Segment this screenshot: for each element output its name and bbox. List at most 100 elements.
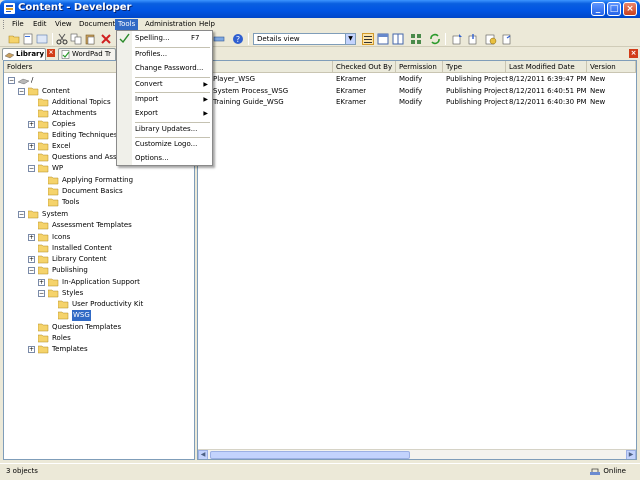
menu-item-export[interactable]: Export ▶ bbox=[117, 107, 212, 120]
expand-icon[interactable]: + bbox=[28, 234, 35, 241]
columns-view-icon[interactable] bbox=[392, 33, 404, 45]
library-icon bbox=[5, 52, 14, 59]
menu-item-import[interactable]: Import ▶ bbox=[117, 93, 212, 106]
column-header-name[interactable] bbox=[198, 61, 333, 73]
delete-icon[interactable] bbox=[100, 33, 112, 45]
collapse-icon[interactable]: − bbox=[8, 77, 15, 84]
horizontal-scrollbar[interactable]: ◀ ▶ bbox=[198, 449, 636, 459]
menu-item-options[interactable]: Options... bbox=[117, 152, 212, 165]
menu-document[interactable]: Document bbox=[76, 19, 118, 30]
menu-tools[interactable]: Tools bbox=[115, 19, 139, 30]
menu-item-label: Customize Logo... bbox=[135, 140, 198, 148]
open-folder-icon[interactable] bbox=[8, 33, 20, 45]
new-document-icon[interactable] bbox=[22, 33, 34, 45]
collapse-icon[interactable]: − bbox=[18, 88, 25, 95]
close-tab-icon[interactable]: × bbox=[47, 49, 55, 57]
title-bar: Content - Developer _ □ × bbox=[0, 0, 640, 18]
cell-type: Publishing Project bbox=[446, 98, 508, 106]
folder-icon bbox=[38, 255, 49, 264]
open-folder-icon bbox=[58, 311, 69, 320]
properties-icon[interactable] bbox=[36, 33, 48, 45]
maximize-button[interactable]: □ bbox=[607, 2, 621, 16]
column-header-type[interactable]: Type bbox=[443, 61, 506, 73]
cell-type: Publishing Project bbox=[446, 75, 508, 83]
tree-label: Excel bbox=[52, 142, 71, 150]
open-folder-icon bbox=[38, 266, 49, 275]
column-header-permission[interactable]: Permission bbox=[396, 61, 443, 73]
cell-modified: 8/12/2011 6:40:30 PM bbox=[509, 98, 587, 106]
link-icon[interactable] bbox=[213, 33, 225, 45]
tab-library[interactable]: Library bbox=[2, 48, 46, 60]
expand-icon[interactable]: + bbox=[28, 256, 35, 263]
app-icon bbox=[4, 3, 15, 14]
cut-icon[interactable] bbox=[56, 33, 68, 45]
menu-item-label: Library Updates... bbox=[135, 125, 198, 133]
cell-checked-out-by: EKramer bbox=[336, 98, 367, 106]
tab-wordpad[interactable]: WordPad Tr bbox=[58, 48, 116, 60]
tree-label: Additional Topics bbox=[52, 98, 111, 106]
cell-permission: Modify bbox=[399, 87, 423, 95]
refresh-icon[interactable] bbox=[429, 33, 441, 45]
copy-icon[interactable] bbox=[70, 33, 82, 45]
expand-icon[interactable]: + bbox=[38, 279, 45, 286]
menu-item-convert[interactable]: Convert ▶ bbox=[117, 78, 212, 91]
expand-icon[interactable]: + bbox=[28, 143, 35, 150]
paste-icon[interactable] bbox=[84, 33, 96, 45]
help-icon[interactable]: ? bbox=[232, 33, 244, 45]
folder-icon bbox=[38, 221, 49, 230]
menu-administration[interactable]: Administration bbox=[142, 19, 199, 30]
folder-icon bbox=[38, 233, 49, 242]
tile-view-icon[interactable] bbox=[410, 33, 422, 45]
menu-item-library-updates[interactable]: Library Updates... bbox=[117, 123, 212, 136]
folder-icon bbox=[48, 187, 59, 196]
close-button[interactable]: × bbox=[623, 2, 637, 16]
view-select[interactable]: Details view ▼ bbox=[253, 33, 356, 45]
tree-label: WSG bbox=[72, 310, 91, 321]
tree-label: User Productivity Kit bbox=[72, 300, 144, 308]
column-header-checked-out-by[interactable]: Checked Out By bbox=[333, 61, 396, 73]
expand-icon[interactable]: + bbox=[28, 346, 35, 353]
history-icon[interactable] bbox=[485, 33, 497, 45]
chevron-down-icon[interactable]: ▼ bbox=[345, 34, 355, 44]
column-header-last-modified[interactable]: Last Modified Date bbox=[506, 61, 587, 73]
menu-item-customize-logo[interactable]: Customize Logo... bbox=[117, 138, 212, 151]
tree-label: Copies bbox=[52, 120, 76, 128]
scrollbar-thumb[interactable] bbox=[210, 451, 410, 459]
menu-item-label: Import bbox=[135, 95, 159, 103]
menu-item-change-password[interactable]: Change Password... bbox=[117, 62, 212, 75]
tree-label: Roles bbox=[52, 334, 71, 342]
minimize-button[interactable]: _ bbox=[591, 2, 605, 16]
folder-icon bbox=[48, 176, 59, 185]
menu-help[interactable]: Help bbox=[196, 19, 218, 30]
undo-checkout-icon[interactable] bbox=[501, 33, 513, 45]
pane-tabs: Library × WordPad Tr × bbox=[0, 47, 640, 60]
check-out-icon[interactable] bbox=[467, 33, 479, 45]
submenu-arrow-icon: ▶ bbox=[203, 81, 208, 88]
folder-icon bbox=[38, 334, 49, 343]
cell-checked-out-by: EKramer bbox=[336, 87, 367, 95]
open-folder-icon bbox=[38, 164, 49, 173]
menu-item-label: Export bbox=[135, 109, 158, 117]
split-view-icon[interactable] bbox=[377, 33, 389, 45]
tree-label: Icons bbox=[52, 233, 71, 241]
tab-library-label: Library bbox=[16, 50, 45, 58]
menu-view[interactable]: View bbox=[52, 19, 75, 30]
collapse-icon[interactable]: − bbox=[18, 211, 25, 218]
menu-file[interactable]: File bbox=[9, 19, 27, 30]
close-pane-icon[interactable]: × bbox=[629, 49, 638, 58]
scroll-right-icon[interactable]: ▶ bbox=[626, 450, 636, 459]
collapse-icon[interactable]: − bbox=[38, 290, 45, 297]
expand-icon[interactable]: + bbox=[28, 121, 35, 128]
tree-label: Editing Techniques bbox=[52, 131, 118, 139]
column-header-version[interactable]: Version bbox=[587, 61, 636, 73]
menu-edit[interactable]: Edit bbox=[30, 19, 50, 30]
collapse-icon[interactable]: − bbox=[28, 267, 35, 274]
scroll-left-icon[interactable]: ◀ bbox=[198, 450, 208, 459]
collapse-icon[interactable]: − bbox=[28, 165, 35, 172]
folder-icon bbox=[38, 109, 49, 118]
check-in-icon[interactable] bbox=[451, 33, 463, 45]
details-view-icon[interactable] bbox=[362, 33, 374, 45]
tree-label: Styles bbox=[62, 289, 84, 297]
menu-item-profiles[interactable]: Profiles... bbox=[117, 48, 212, 61]
menu-item-spelling[interactable]: Spelling... F7 bbox=[117, 32, 212, 45]
